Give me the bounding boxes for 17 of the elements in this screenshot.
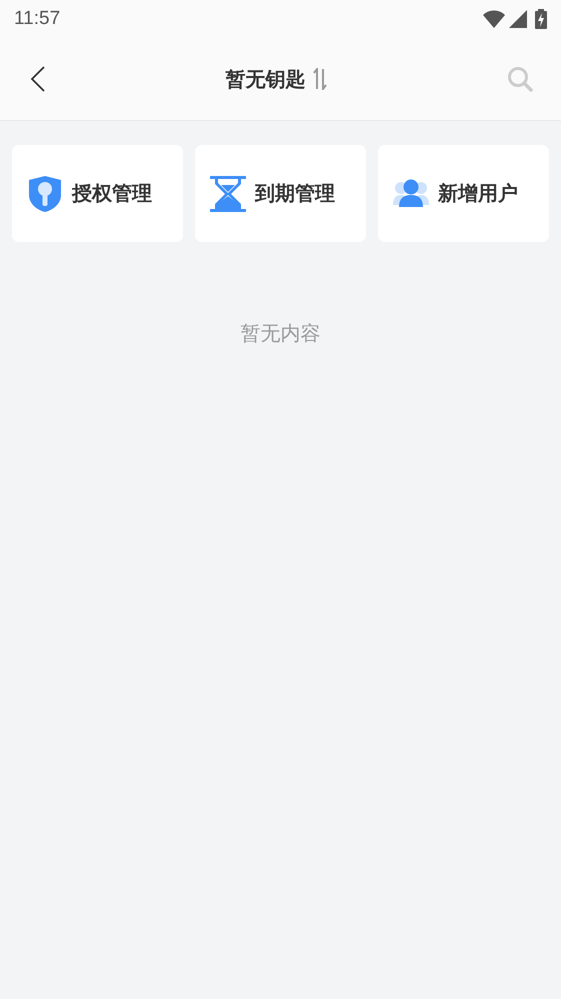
- back-icon[interactable]: [30, 66, 46, 92]
- wifi-icon: [483, 10, 505, 28]
- action-label: 到期管理: [255, 180, 335, 207]
- search-icon[interactable]: [507, 66, 533, 92]
- sort-icon[interactable]: [312, 68, 328, 90]
- page-title: 暂无钥匙: [226, 66, 306, 92]
- action-card[interactable]: 授权管理: [12, 145, 183, 242]
- empty-message: 暂无内容: [240, 320, 322, 347]
- action-card[interactable]: 到期管理: [195, 145, 366, 242]
- action-label: 新增用户: [438, 180, 518, 207]
- signal-icon: [509, 10, 527, 28]
- action-card[interactable]: 新增用户: [378, 145, 549, 242]
- battery-charging-icon: [535, 9, 547, 29]
- action-label: 授权管理: [72, 180, 152, 207]
- shield-key-icon: [26, 174, 64, 212]
- status-time: 11:57: [14, 8, 60, 30]
- hourglass-icon: [209, 174, 247, 212]
